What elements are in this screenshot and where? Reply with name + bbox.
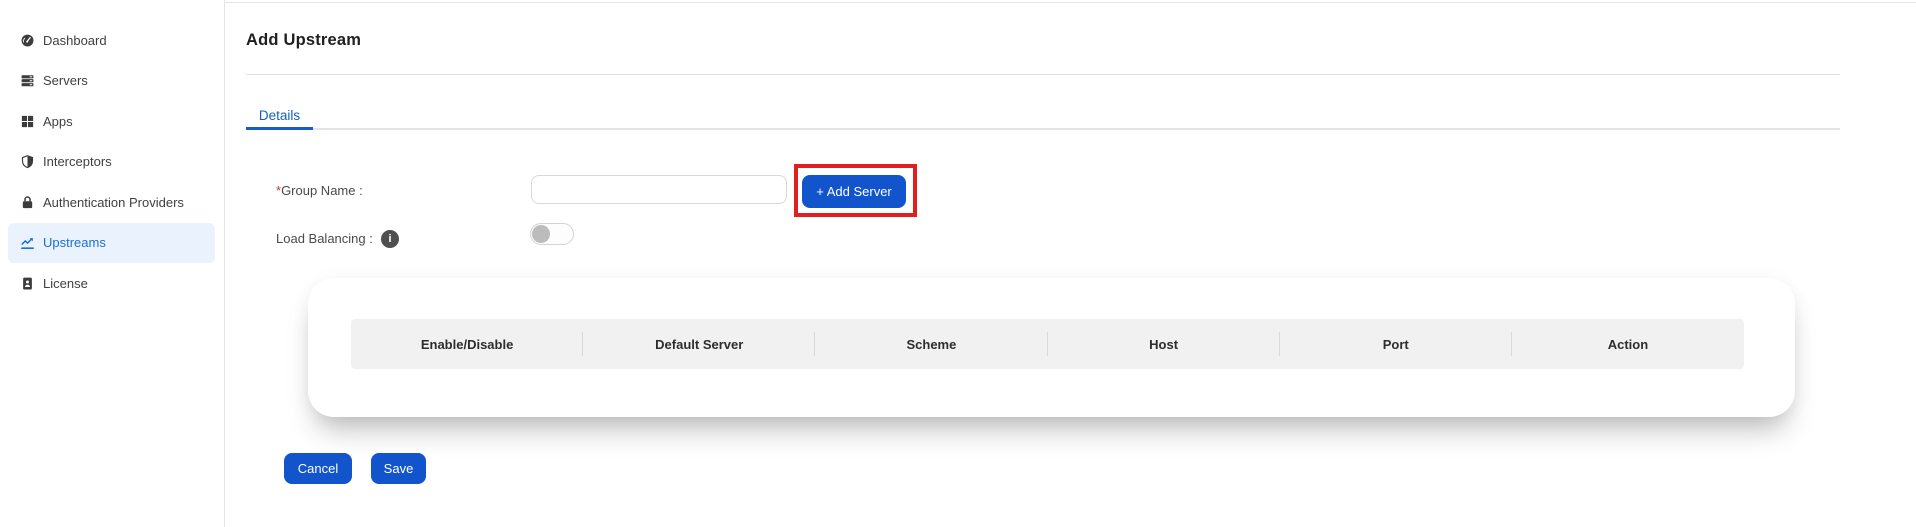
sidebar-item-apps[interactable]: Apps	[8, 101, 215, 141]
info-icon[interactable]: i	[381, 230, 399, 248]
group-name-label-text: Group Name :	[281, 183, 363, 198]
trend-chart-icon	[20, 235, 35, 250]
save-button[interactable]: Save	[371, 453, 426, 484]
sidebar-item-servers[interactable]: Servers	[8, 61, 215, 101]
shield-icon	[20, 154, 35, 169]
tab-details[interactable]: Details	[246, 101, 313, 130]
lock-icon	[20, 195, 35, 210]
column-header-host: Host	[1048, 319, 1280, 369]
column-header-scheme: Scheme	[815, 319, 1048, 369]
column-header-port: Port	[1280, 319, 1513, 369]
sidebar: Dashboard Servers Apps Interceptors Auth…	[0, 0, 225, 527]
sidebar-item-label: License	[43, 275, 88, 291]
sidebar-item-label: Dashboard	[43, 32, 107, 48]
group-name-input[interactable]	[531, 175, 787, 204]
license-badge-icon	[20, 276, 35, 291]
load-balancing-toggle[interactable]	[530, 223, 574, 245]
sidebar-item-label: Upstreams	[43, 235, 106, 250]
load-balancing-label: Load Balancing :	[276, 231, 373, 246]
dashboard-gauge-icon	[20, 33, 35, 48]
group-name-label: *Group Name :	[276, 183, 363, 198]
app-window: Dashboard Servers Apps Interceptors Auth…	[0, 0, 1916, 527]
servers-table-card: Enable/Disable Default Server Scheme Hos…	[308, 278, 1795, 417]
tabbar-border	[246, 128, 1840, 130]
sidebar-item-upstreams[interactable]: Upstreams	[8, 222, 215, 263]
apps-grid-icon	[20, 114, 35, 129]
title-divider	[246, 74, 1840, 75]
column-header-enable-disable: Enable/Disable	[351, 319, 584, 369]
sidebar-item-label: Interceptors	[43, 154, 112, 169]
column-header-action: Action	[1607, 336, 1649, 352]
sidebar-item-authentication-providers[interactable]: Authentication Providers	[8, 182, 215, 222]
sidebar-item-dashboard[interactable]: Dashboard	[8, 20, 215, 60]
main-content: Add Upstream Details *Group Name : + Add…	[226, 0, 1916, 527]
toggle-knob	[532, 225, 550, 243]
column-header-default-server: Default Server	[583, 319, 816, 369]
tab-active-underline	[246, 127, 313, 130]
table-header-row: Enable/Disable Default Server Scheme Hos…	[351, 319, 1744, 369]
cancel-button[interactable]: Cancel	[284, 453, 352, 484]
servers-icon	[20, 73, 35, 88]
add-server-button[interactable]: + Add Server	[802, 175, 906, 208]
page-title: Add Upstream	[246, 31, 362, 49]
sidebar-nav: Dashboard Servers Apps Interceptors Auth…	[0, 20, 224, 303]
sidebar-item-interceptors[interactable]: Interceptors	[8, 142, 215, 182]
tab-details-label: Details	[258, 108, 301, 123]
sidebar-item-label: Apps	[43, 113, 73, 129]
sidebar-item-license[interactable]: License	[8, 263, 215, 303]
sidebar-item-label: Authentication Providers	[43, 194, 184, 210]
sidebar-item-label: Servers	[43, 73, 88, 88]
